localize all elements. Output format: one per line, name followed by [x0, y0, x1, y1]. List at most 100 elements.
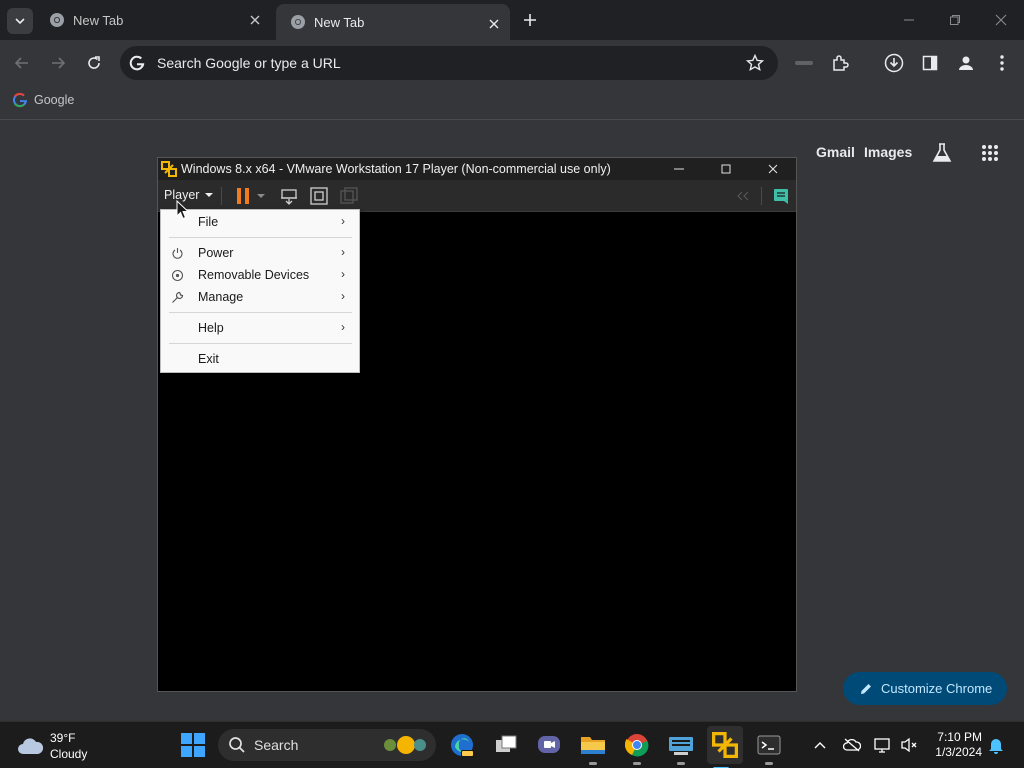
- clock-date: 1/3/2024: [935, 745, 982, 759]
- edge-beta-app[interactable]: [448, 731, 476, 759]
- keyboard-icon: [669, 737, 693, 755]
- close-icon: [768, 164, 778, 174]
- labs-flask-icon[interactable]: [929, 140, 955, 166]
- maximize-icon: [721, 164, 731, 174]
- close-tab-icon[interactable]: [247, 12, 263, 28]
- close-icon: [995, 14, 1007, 26]
- volume-muted-icon: [901, 737, 917, 753]
- close-tab-icon[interactable]: [486, 16, 502, 32]
- chrome-icon: [625, 734, 649, 757]
- send-ctrl-alt-del-button[interactable]: [279, 186, 299, 206]
- tab-search-button[interactable]: [7, 8, 33, 34]
- minimize-button[interactable]: [897, 8, 921, 32]
- vm-close-button[interactable]: [750, 158, 796, 180]
- menu-item-exit[interactable]: Exit: [161, 348, 359, 370]
- google-apps-icon[interactable]: [977, 140, 1003, 166]
- menu-item-removable-devices[interactable]: Removable Devices ›: [161, 264, 359, 286]
- browser-tab[interactable]: New Tab: [35, 0, 271, 40]
- clock-time: 7:10 PM: [937, 730, 982, 744]
- show-hidden-icons-button[interactable]: [810, 735, 830, 755]
- arrow-left-icon: [14, 57, 28, 69]
- task-view-icon: [496, 735, 517, 752]
- running-indicator: [633, 762, 641, 765]
- extensions-icon[interactable]: [829, 52, 851, 74]
- side-panel-icon[interactable]: [919, 52, 941, 74]
- vmware-window-title: Windows 8.x x64 - VMware Workstation 17 …: [181, 162, 611, 176]
- omnibox-placeholder: Search Google or type a URL: [157, 55, 341, 71]
- onedrive-tray-button[interactable]: [842, 735, 862, 755]
- vmware-title-bar[interactable]: Windows 8.x x64 - VMware Workstation 17 …: [158, 158, 796, 180]
- omnibox[interactable]: Search Google or type a URL: [120, 46, 778, 80]
- browser-tab-active[interactable]: New Tab: [276, 4, 510, 40]
- profile-indicator-icon[interactable]: [793, 52, 815, 74]
- menu-separator: [169, 312, 352, 313]
- bookmark-google[interactable]: Google: [12, 92, 74, 108]
- touch-keyboard-app[interactable]: [667, 731, 695, 765]
- bell-icon: [989, 739, 1003, 754]
- file-explorer-app[interactable]: [579, 731, 607, 765]
- tab-title: New Tab: [314, 14, 365, 30]
- pause-button[interactable]: [233, 186, 253, 206]
- vm-maximize-button[interactable]: [703, 158, 749, 180]
- taskbar-search-box[interactable]: Search: [218, 729, 436, 761]
- tab-strip: New Tab New Tab: [0, 0, 1024, 40]
- forward-button[interactable]: [46, 51, 70, 75]
- network-tray-button[interactable]: [873, 735, 893, 755]
- restore-button[interactable]: [943, 8, 967, 32]
- taskbar-clock[interactable]: 7:10 PM 1/3/2024: [926, 730, 982, 760]
- power-icon: [170, 246, 184, 260]
- chat-icon: [538, 736, 560, 753]
- full-screen-button[interactable]: [309, 186, 329, 206]
- task-view-app[interactable]: [492, 731, 520, 759]
- minimize-icon: [674, 168, 684, 170]
- customize-chrome-button[interactable]: Customize Chrome: [843, 672, 1007, 705]
- new-tab-button[interactable]: [520, 10, 540, 30]
- teams-chat-app[interactable]: [535, 731, 563, 759]
- menu-item-label: Removable Devices: [198, 268, 310, 282]
- collapse-toolbar-button[interactable]: [733, 186, 753, 206]
- terminal-app[interactable]: [755, 731, 783, 765]
- vm-minimize-button[interactable]: [656, 158, 702, 180]
- menu-item-help[interactable]: Help ›: [161, 317, 359, 339]
- submenu-arrow-icon: ›: [341, 320, 345, 334]
- images-link[interactable]: Images: [864, 144, 912, 160]
- menu-item-label: Help: [198, 321, 224, 335]
- windows-taskbar: 39°F Cloudy Search 7:10 PM 1/3/2024: [0, 721, 1024, 768]
- pause-dropdown-button[interactable]: [255, 186, 267, 206]
- submenu-arrow-icon: ›: [341, 214, 345, 228]
- start-button[interactable]: [179, 731, 207, 759]
- vmware-logo-icon: [161, 161, 177, 177]
- volume-tray-button[interactable]: [899, 735, 919, 755]
- profile-avatar-icon[interactable]: [955, 52, 977, 74]
- pause-icon: [237, 188, 249, 204]
- download-icon[interactable]: [883, 52, 905, 74]
- message-icon: [774, 189, 788, 204]
- unity-icon: [340, 187, 358, 204]
- submenu-arrow-icon: ›: [341, 267, 345, 281]
- reload-button[interactable]: [82, 51, 106, 75]
- menu-item-power[interactable]: Power ›: [161, 242, 359, 264]
- chrome-icon: [49, 12, 65, 28]
- back-button[interactable]: [10, 51, 34, 75]
- restore-icon: [950, 15, 960, 25]
- windows-logo-icon: [181, 733, 205, 757]
- vmware-player-app[interactable]: [707, 726, 743, 768]
- unity-button[interactable]: [339, 186, 359, 206]
- message-log-button[interactable]: [771, 186, 791, 206]
- bookmarks-bar: Google: [0, 86, 1024, 120]
- arrow-right-icon: [52, 57, 66, 69]
- close-window-button[interactable]: [989, 8, 1013, 32]
- google-g-icon: [13, 92, 27, 108]
- bookmark-star-icon[interactable]: [746, 54, 764, 72]
- chrome-icon: [290, 14, 306, 30]
- weather-widget[interactable]: 39°F Cloudy: [16, 730, 87, 762]
- notifications-button[interactable]: [986, 735, 1006, 755]
- chevron-down-icon: [15, 18, 25, 25]
- menu-item-manage[interactable]: Manage ›: [161, 286, 359, 308]
- gmail-link[interactable]: Gmail: [816, 144, 855, 160]
- removable-device-icon: [170, 268, 184, 282]
- toolbar-divider: [761, 187, 762, 205]
- menu-item-file[interactable]: File ›: [161, 211, 359, 233]
- more-menu-icon[interactable]: [991, 52, 1013, 74]
- chrome-app[interactable]: [623, 731, 651, 765]
